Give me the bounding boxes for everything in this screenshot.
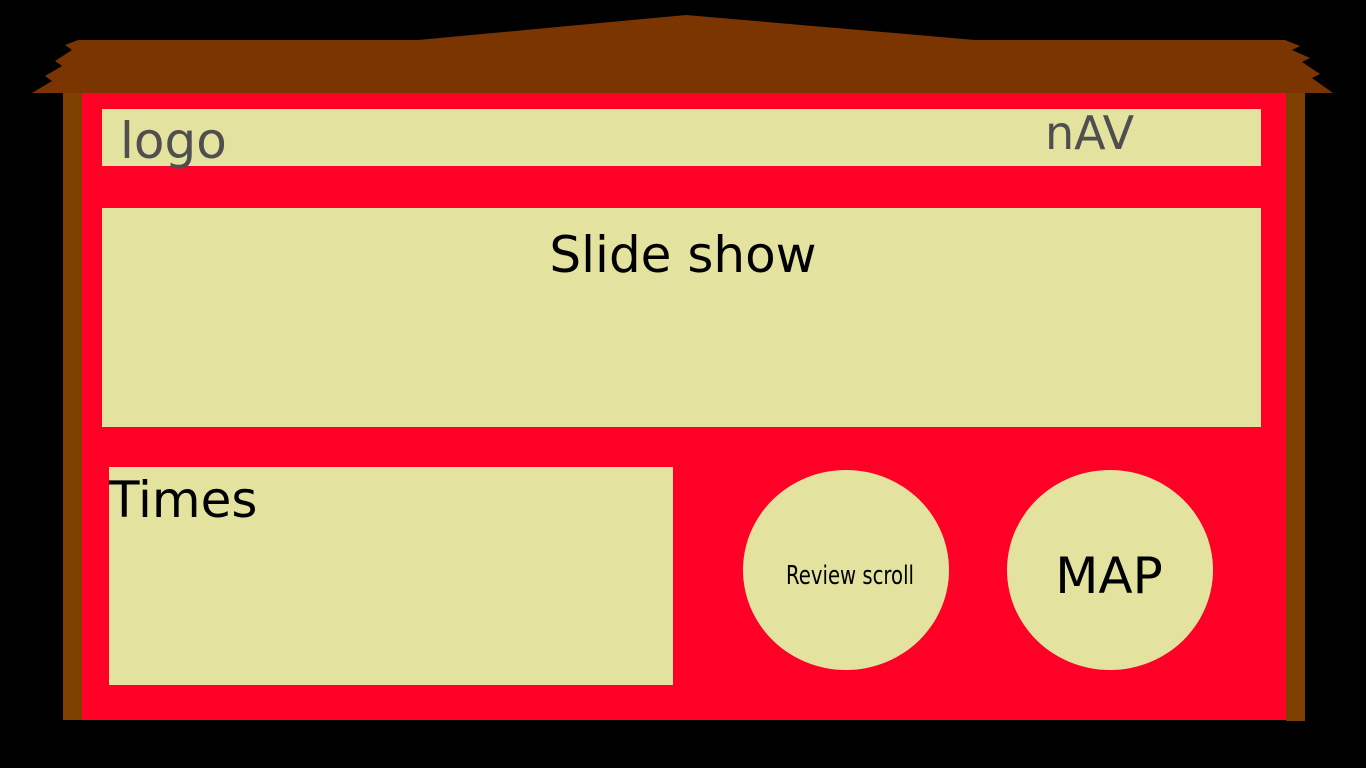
- review-scroll[interactable]: Review scroll: [743, 470, 949, 670]
- map-label: MAP: [1055, 547, 1163, 605]
- left-post: [63, 93, 82, 720]
- review-scroll-label: Review scroll: [786, 561, 914, 591]
- roof: [32, 15, 1333, 93]
- website-wireframe-diagram: logo nAV Slide show Times Review scroll …: [32, 15, 1333, 721]
- header-bar[interactable]: logo nAV: [102, 106, 1261, 170]
- slideshow-label: Slide show: [549, 226, 816, 284]
- right-post: [1286, 93, 1305, 721]
- nav-label[interactable]: nAV: [1045, 106, 1135, 160]
- logo-label[interactable]: logo: [120, 112, 227, 170]
- roof-shape: [32, 15, 1333, 93]
- slideshow[interactable]: Slide show: [102, 208, 1261, 427]
- times-label: Times: [108, 471, 257, 529]
- times-section: Times: [108, 467, 673, 685]
- map-section[interactable]: MAP: [1007, 470, 1213, 670]
